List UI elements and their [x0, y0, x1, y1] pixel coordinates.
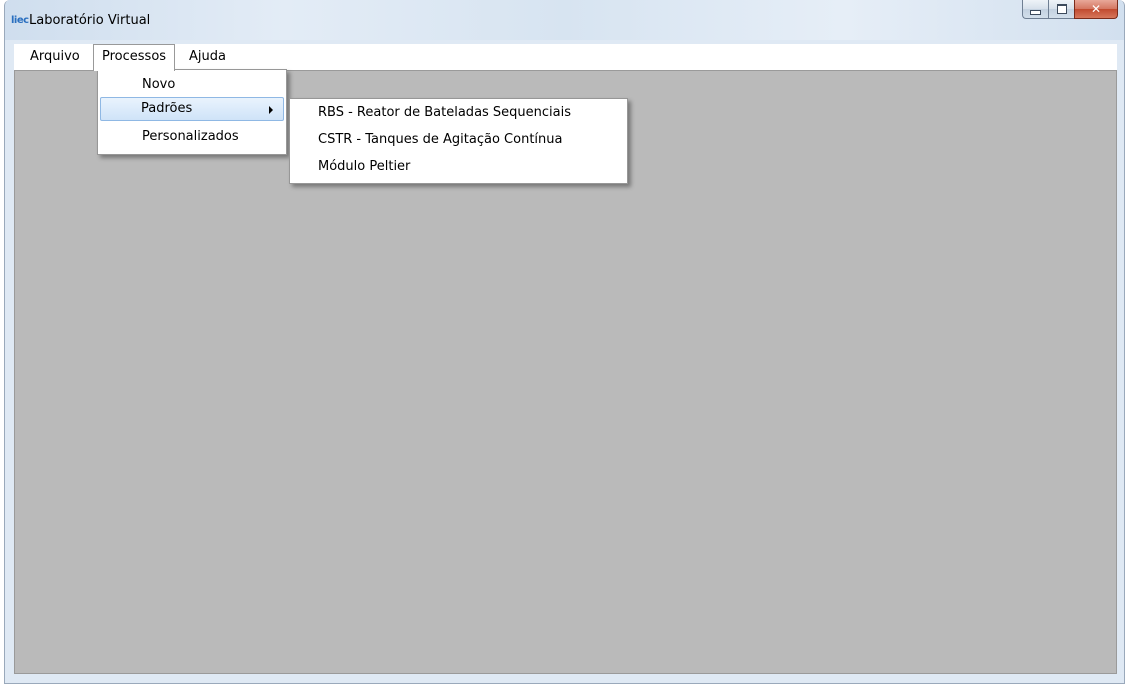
- app-logo: liec: [11, 15, 29, 26]
- submenu-arrow-icon: [269, 106, 273, 114]
- menu-processos[interactable]: Processos: [93, 44, 176, 71]
- maximize-icon: [1056, 4, 1067, 14]
- menu-item-label: Novo: [142, 77, 176, 92]
- title-bar[interactable]: liec Laboratório Virtual ✕: [5, 0, 1124, 40]
- menu-item-label: Personalizados: [142, 129, 239, 144]
- menu-arquivo[interactable]: Arquivo: [22, 44, 88, 70]
- submenu-item-rbs[interactable]: RBS - Reator de Bateladas Sequenciais: [292, 101, 625, 125]
- menu-item-novo[interactable]: Novo: [100, 73, 284, 97]
- menu-item-label: RBS - Reator de Bateladas Sequenciais: [318, 105, 572, 120]
- window-title: Laboratório Virtual: [29, 13, 151, 28]
- menu-item-label: CSTR - Tanques de Agitação Contínua: [318, 132, 563, 147]
- minimize-icon: [1030, 9, 1041, 15]
- menu-item-label: Módulo Peltier: [318, 159, 411, 174]
- menu-item-label: Padrões: [141, 101, 193, 116]
- menu-item-personalizados[interactable]: Personalizados: [100, 125, 284, 149]
- menu-item-padroes[interactable]: Padrões: [100, 97, 284, 121]
- caption-buttons: ✕: [1022, 0, 1118, 20]
- maximize-button[interactable]: [1048, 0, 1074, 19]
- menu-bar: Arquivo Processos Ajuda: [14, 44, 1117, 71]
- close-icon: ✕: [1090, 2, 1102, 16]
- minimize-button[interactable]: [1022, 0, 1048, 19]
- processos-dropdown: Novo Padrões Personalizados: [97, 69, 287, 155]
- submenu-item-peltier[interactable]: Módulo Peltier: [292, 155, 625, 179]
- close-button[interactable]: ✕: [1074, 0, 1118, 19]
- app-window: liec Laboratório Virtual ✕ Arquivo Proce…: [4, 0, 1125, 684]
- submenu-item-cstr[interactable]: CSTR - Tanques de Agitação Contínua: [292, 128, 625, 152]
- menu-ajuda[interactable]: Ajuda: [181, 44, 234, 70]
- padroes-submenu: RBS - Reator de Bateladas Sequenciais CS…: [289, 98, 628, 184]
